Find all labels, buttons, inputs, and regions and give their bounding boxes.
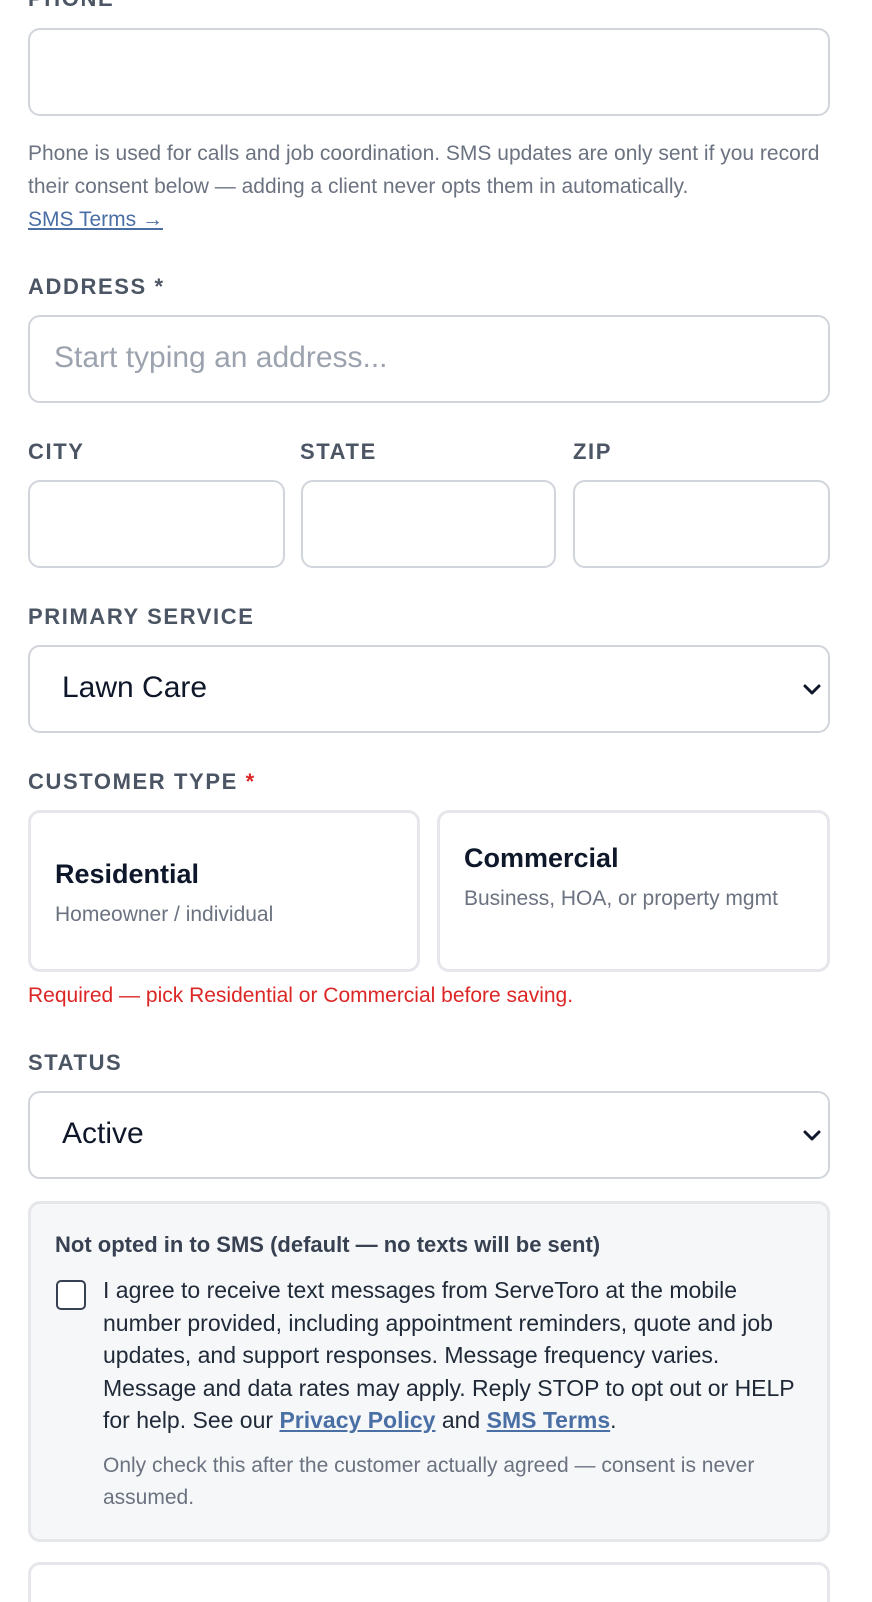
state-label: STATE — [300, 439, 377, 464]
city-input[interactable] — [28, 480, 285, 568]
residential-description: Homeowner / individual — [55, 903, 274, 926]
customer-type-label: CUSTOMER TYPE * — [28, 769, 256, 795]
sms-consent-period: . — [610, 1407, 617, 1434]
residential-title: Residential — [55, 859, 200, 889]
phone-help-body: Phone is used for calls and job coordina… — [28, 142, 820, 198]
sms-consent-and: and — [441, 1407, 481, 1434]
phone-help-text: Phone is used for calls and job coordina… — [28, 137, 844, 236]
customer-type-commercial-card[interactable]: Commercial Business, HOA, or property mg… — [437, 810, 830, 972]
chevron-down-icon — [803, 1130, 821, 1141]
commercial-title: Commercial — [464, 843, 619, 873]
customer-type-error: Required — pick Residential or Commercia… — [28, 984, 574, 1007]
chevron-down-icon — [803, 684, 821, 695]
sms-consent-checkbox[interactable] — [56, 1280, 86, 1310]
status-value: Active — [62, 1117, 144, 1150]
address-placeholder: Start typing an address... — [54, 341, 388, 374]
zip-input[interactable] — [573, 480, 830, 568]
customer-type-residential-card[interactable]: Residential Homeowner / individual — [28, 810, 420, 972]
primary-service-select[interactable]: Lawn Care — [28, 645, 830, 733]
state-input[interactable] — [301, 480, 556, 568]
sms-consent-note: Only check this after the customer actua… — [103, 1454, 755, 1509]
customer-type-label-text: CUSTOMER TYPE — [28, 769, 238, 794]
address-input[interactable]: Start typing an address... — [28, 315, 830, 403]
status-label: STATUS — [28, 1050, 123, 1075]
privacy-policy-link[interactable]: Privacy Policy — [279, 1407, 435, 1433]
status-select[interactable]: Active — [28, 1091, 830, 1179]
city-label: CITY — [28, 439, 85, 464]
sms-consent-agreement: I agree to receive text messages from Se… — [103, 1274, 818, 1437]
commercial-description: Business, HOA, or property mgmt — [464, 887, 778, 910]
sms-consent-status: Not opted in to SMS (default — no texts … — [55, 1232, 601, 1257]
zip-label: ZIP — [573, 439, 613, 464]
sms-terms-link-consent[interactable]: SMS Terms — [487, 1407, 611, 1433]
phone-input[interactable] — [28, 28, 830, 116]
next-panel-edge — [28, 1562, 830, 1602]
primary-service-label: PRIMARY SERVICE — [28, 604, 255, 629]
required-asterisk: * — [245, 769, 256, 794]
primary-service-value: Lawn Care — [62, 671, 208, 704]
sms-terms-link[interactable]: SMS Terms → — [28, 208, 163, 231]
phone-label: PHONE * — [28, 0, 132, 12]
address-label: ADDRESS * — [28, 274, 165, 299]
sms-consent-panel: Not opted in to SMS (default — no texts … — [28, 1201, 830, 1542]
